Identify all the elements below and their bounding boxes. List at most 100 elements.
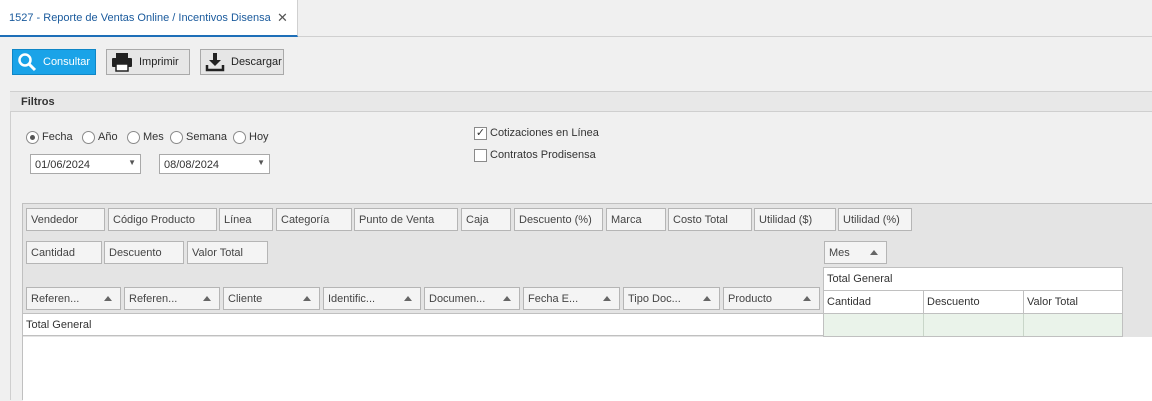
radio-ano[interactable]: Año bbox=[82, 129, 118, 145]
field-descuento-pct[interactable]: Descuento (%) bbox=[514, 208, 603, 231]
imprimir-label: Imprimir bbox=[139, 56, 179, 68]
row-field-documento[interactable]: Documen... bbox=[424, 287, 520, 310]
check-contratos-box[interactable] bbox=[474, 148, 487, 162]
consultar-button[interactable]: Consultar bbox=[12, 49, 96, 75]
close-icon[interactable]: ✕ bbox=[277, 10, 288, 26]
field-mes[interactable]: Mes bbox=[824, 241, 887, 264]
download-icon bbox=[205, 53, 225, 72]
sort-ascending-icon[interactable] bbox=[303, 296, 311, 301]
sort-ascending-icon[interactable] bbox=[870, 250, 878, 255]
check-cotizaciones-box[interactable]: ✓ bbox=[474, 126, 487, 140]
row-field-producto[interactable]: Producto bbox=[723, 287, 820, 310]
field-marca[interactable]: Marca bbox=[606, 208, 666, 231]
row-field-label: Producto bbox=[728, 292, 773, 305]
field-caja[interactable]: Caja bbox=[461, 208, 511, 231]
field-costo-total[interactable]: Costo Total bbox=[668, 208, 752, 231]
row-total-row[interactable]: Total General bbox=[23, 313, 823, 336]
value-header-valor-total[interactable]: Valor Total bbox=[1024, 291, 1122, 314]
field-utilidad-usd[interactable]: Utilidad ($) bbox=[754, 208, 836, 231]
field-valor-total[interactable]: Valor Total bbox=[187, 241, 268, 264]
row-field-label: Referen... bbox=[129, 292, 178, 305]
field-utilidad-pct[interactable]: Utilidad (%) bbox=[838, 208, 912, 231]
row-total-label: Total General bbox=[26, 319, 92, 331]
descargar-button[interactable]: Descargar bbox=[200, 49, 284, 75]
filters-header[interactable]: Filtros bbox=[10, 91, 1152, 112]
radio-mes-indicator[interactable] bbox=[127, 130, 140, 144]
radio-semana[interactable]: Semana bbox=[170, 129, 227, 145]
printer-icon bbox=[112, 53, 132, 72]
tab-bar: 1527 - Reporte de Ventas Online / Incent… bbox=[0, 0, 1152, 37]
row-field-cliente[interactable]: Cliente bbox=[223, 287, 320, 310]
filters-title: Filtros bbox=[21, 96, 55, 108]
radio-mes-label: Mes bbox=[143, 131, 164, 143]
radio-hoy-label: Hoy bbox=[249, 131, 269, 143]
value-header-label: Cantidad bbox=[827, 296, 872, 308]
value-header-label: Descuento bbox=[927, 296, 980, 308]
sort-ascending-icon[interactable] bbox=[404, 296, 412, 301]
sort-ascending-icon[interactable] bbox=[104, 296, 112, 301]
column-header-area: Total General Cantidad Descuento Valor T… bbox=[823, 267, 1123, 337]
field-punto-de-venta[interactable]: Punto de Venta bbox=[354, 208, 458, 231]
dropdown-arrow-icon[interactable]: ▼ bbox=[128, 158, 136, 167]
field-cantidad[interactable]: Cantidad bbox=[26, 241, 102, 264]
row-field-referencia-1[interactable]: Referen... bbox=[26, 287, 121, 310]
row-field-fecha-emision[interactable]: Fecha E... bbox=[523, 287, 620, 310]
pivot-grid: Vendedor Código Producto Línea Categoría… bbox=[22, 203, 1152, 401]
radio-mes[interactable]: Mes bbox=[127, 129, 164, 145]
radio-fecha-indicator[interactable] bbox=[26, 130, 39, 144]
row-field-label: Cliente bbox=[228, 292, 263, 305]
row-field-label: Referen... bbox=[31, 292, 80, 305]
date-to-field[interactable]: 08/08/2024 ▼ bbox=[159, 154, 270, 174]
consultar-label: Consultar bbox=[43, 56, 91, 68]
radio-semana-label: Semana bbox=[186, 131, 227, 143]
row-field-label: Tipo Doc... bbox=[628, 292, 681, 305]
radio-hoy[interactable]: Hoy bbox=[233, 129, 269, 145]
total-descuento-cell[interactable] bbox=[924, 314, 1024, 336]
field-linea[interactable]: Línea bbox=[219, 208, 273, 231]
value-header-label: Valor Total bbox=[1027, 296, 1078, 308]
field-codigo-producto[interactable]: Código Producto bbox=[108, 208, 217, 231]
date-from-field[interactable]: 01/06/2024 ▼ bbox=[30, 154, 141, 174]
total-cantidad-cell[interactable] bbox=[824, 314, 924, 336]
row-field-tipo-documento[interactable]: Tipo Doc... bbox=[623, 287, 720, 310]
pivot-body-empty bbox=[23, 337, 1152, 401]
row-field-identificacion[interactable]: Identific... bbox=[323, 287, 421, 310]
check-contratos[interactable]: Contratos Prodisensa bbox=[474, 147, 596, 163]
radio-semana-indicator[interactable] bbox=[170, 130, 183, 144]
field-vendedor[interactable]: Vendedor bbox=[26, 208, 105, 231]
row-field-label: Identific... bbox=[328, 292, 376, 305]
sort-ascending-icon[interactable] bbox=[203, 296, 211, 301]
check-cotizaciones[interactable]: ✓ Cotizaciones en Línea bbox=[474, 125, 599, 141]
radio-hoy-indicator[interactable] bbox=[233, 130, 246, 144]
field-categoria[interactable]: Categoría bbox=[276, 208, 352, 231]
row-field-label: Documen... bbox=[429, 292, 486, 305]
total-valor-total-cell[interactable] bbox=[1024, 314, 1122, 336]
imprimir-button[interactable]: Imprimir bbox=[106, 49, 190, 75]
panel-border bbox=[10, 112, 11, 400]
row-field-label: Fecha E... bbox=[528, 292, 579, 305]
tab-title: 1527 - Reporte de Ventas Online / Incent… bbox=[9, 12, 271, 24]
field-mes-label: Mes bbox=[829, 246, 850, 259]
radio-fecha[interactable]: Fecha bbox=[26, 129, 73, 145]
sort-ascending-icon[interactable] bbox=[803, 296, 811, 301]
check-contratos-label: Contratos Prodisensa bbox=[490, 149, 596, 161]
dropdown-arrow-icon[interactable]: ▼ bbox=[257, 158, 265, 167]
sort-ascending-icon[interactable] bbox=[703, 296, 711, 301]
row-field-referencia-2[interactable]: Referen... bbox=[124, 287, 220, 310]
tab-report[interactable]: 1527 - Reporte de Ventas Online / Incent… bbox=[0, 0, 298, 37]
search-icon bbox=[18, 53, 37, 72]
radio-ano-indicator[interactable] bbox=[82, 130, 95, 144]
date-from-value: 01/06/2024 bbox=[35, 159, 91, 171]
sort-ascending-icon[interactable] bbox=[503, 296, 511, 301]
column-total-label: Total General bbox=[827, 273, 893, 285]
value-header-cantidad[interactable]: Cantidad bbox=[824, 291, 924, 314]
radio-ano-label: Año bbox=[98, 131, 118, 143]
sort-ascending-icon[interactable] bbox=[603, 296, 611, 301]
field-descuento[interactable]: Descuento bbox=[104, 241, 184, 264]
date-to-value: 08/08/2024 bbox=[164, 159, 220, 171]
descargar-label: Descargar bbox=[231, 56, 282, 68]
radio-fecha-label: Fecha bbox=[42, 131, 73, 143]
check-cotizaciones-label: Cotizaciones en Línea bbox=[490, 127, 599, 139]
column-total-header[interactable]: Total General bbox=[824, 268, 1122, 291]
value-header-descuento[interactable]: Descuento bbox=[924, 291, 1024, 314]
